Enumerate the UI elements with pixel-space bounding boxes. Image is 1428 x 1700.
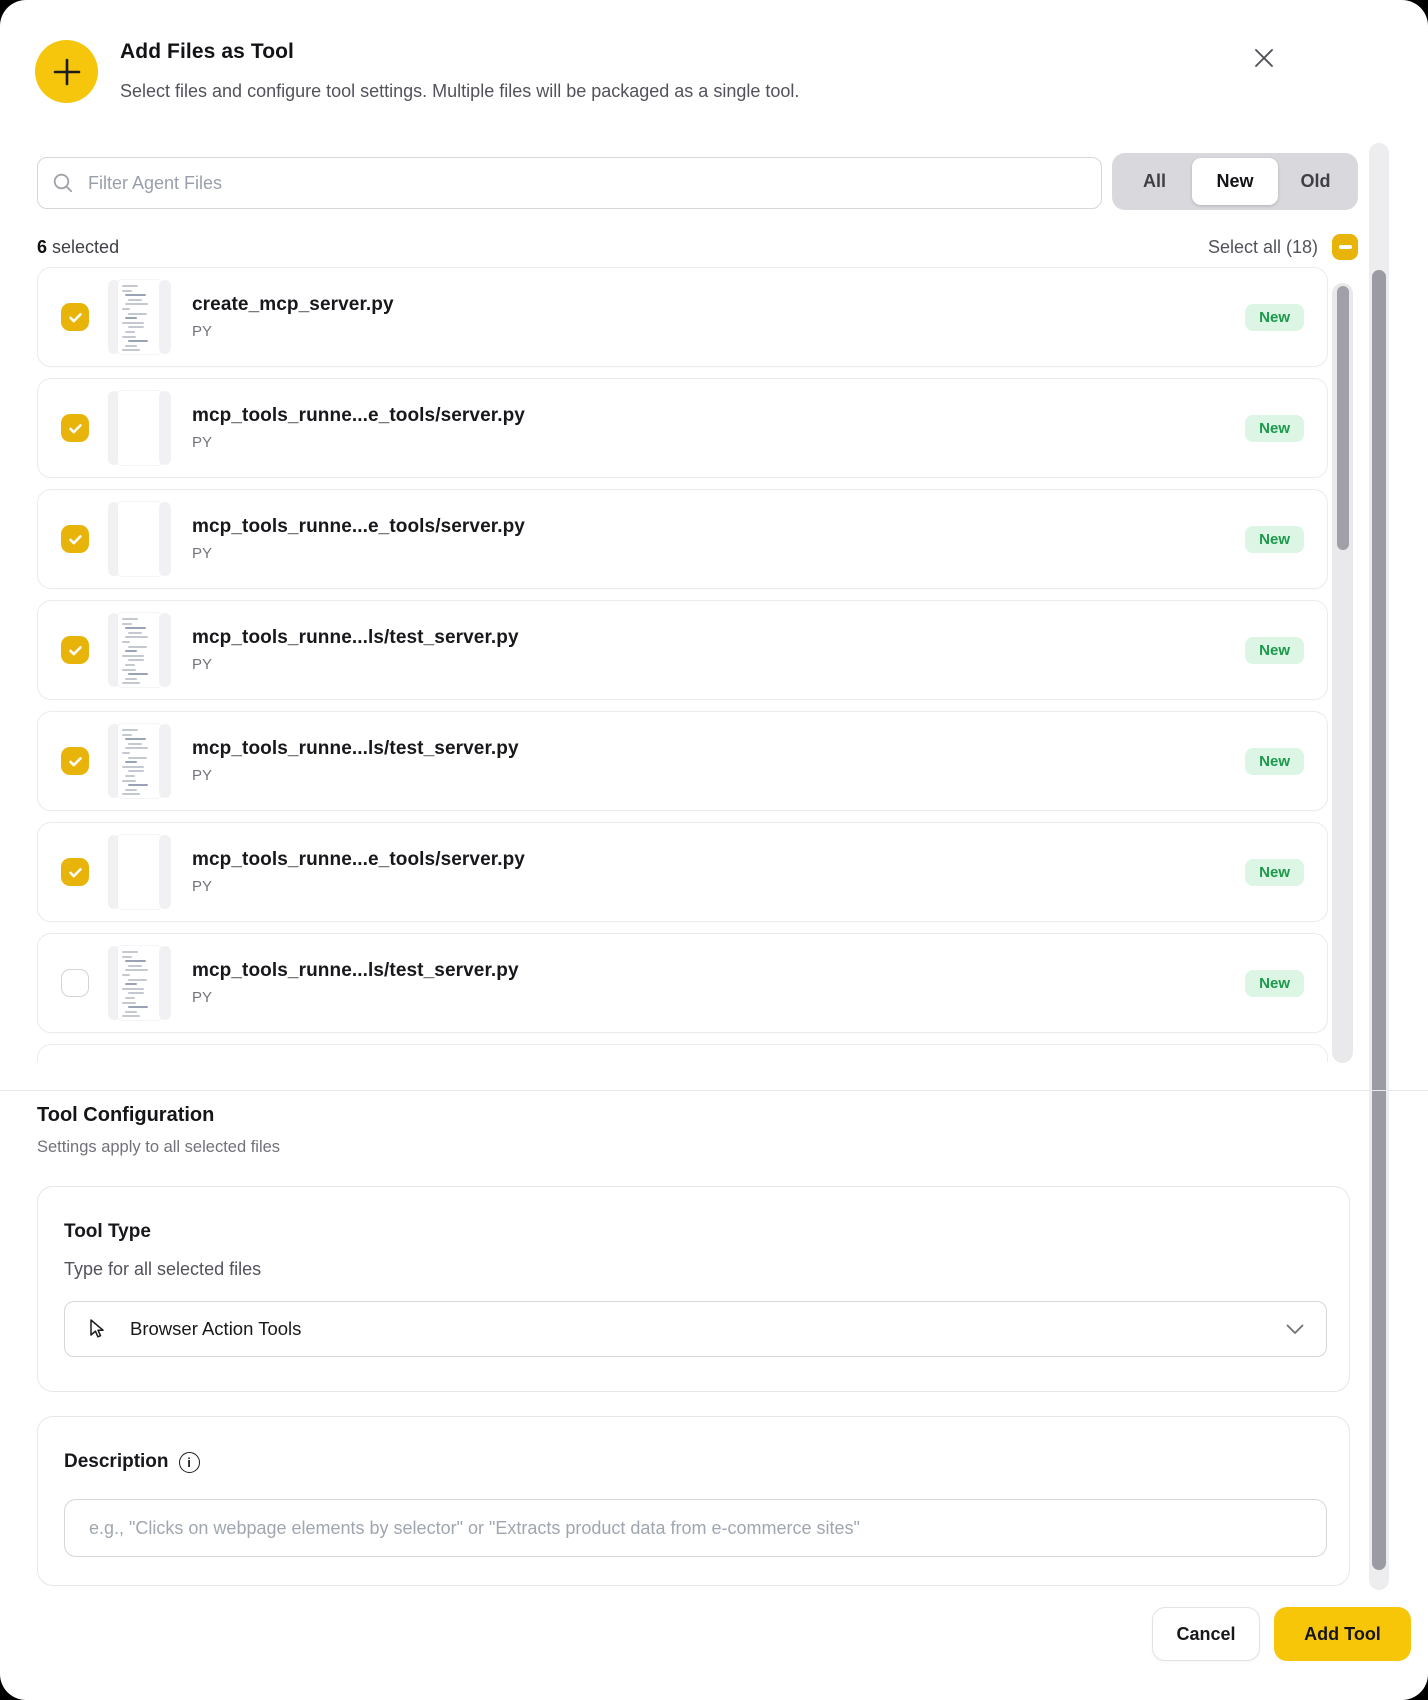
- file-thumbnail: [108, 502, 171, 576]
- cancel-button[interactable]: Cancel: [1152, 1607, 1260, 1661]
- file-checkbox-checked[interactable]: [61, 747, 89, 775]
- file-list: create_mcp_server.py PY New mcp_tools_runne…: [37, 262, 1328, 1062]
- new-badge: New: [1245, 858, 1304, 886]
- chevron-down-icon: [1286, 1324, 1304, 1335]
- page-title: Add Files as Tool: [120, 40, 294, 63]
- screenshot-canvas: Add Files as Tool Select files and confi…: [0, 0, 1428, 1700]
- select-all-label[interactable]: Select all (18): [1120, 237, 1318, 258]
- file-row: mcp_tools_runne...e_tools/server.py PY New: [37, 822, 1328, 922]
- select-all-checkbox[interactable]: [1332, 234, 1358, 260]
- file-type-label: PY: [192, 545, 213, 562]
- file-row-partial: [37, 1044, 1328, 1062]
- close-icon[interactable]: [1248, 42, 1280, 74]
- new-badge: New: [1245, 636, 1304, 664]
- modal-scrollbar-thumb[interactable]: [1372, 270, 1386, 1570]
- file-type-label: PY: [192, 656, 213, 673]
- new-badge: New: [1245, 414, 1304, 442]
- tool-configuration-subheading: Settings apply to all selected files: [37, 1138, 281, 1156]
- file-name: mcp_tools_runne...e_tools/server.py: [192, 849, 525, 870]
- tool-type-value: Browser Action Tools: [130, 1318, 302, 1339]
- selected-count: 6 selected: [37, 237, 119, 258]
- tool-type-card: Tool Type Type for all selected files Br…: [37, 1186, 1350, 1392]
- plus-icon: [35, 40, 98, 103]
- tool-configuration-heading: Tool Configuration: [37, 1104, 215, 1126]
- file-checkbox-checked[interactable]: [61, 525, 89, 553]
- file-type-label: PY: [192, 434, 213, 451]
- file-row: mcp_tools_runne...ls/test_server.py PY New: [37, 600, 1328, 700]
- add-tool-button[interactable]: Add Tool: [1274, 1607, 1411, 1661]
- search-icon: [52, 172, 75, 195]
- tab-old[interactable]: Old: [1278, 158, 1353, 205]
- description-label: Description: [64, 1451, 169, 1472]
- new-badge: New: [1245, 969, 1304, 997]
- new-badge: New: [1245, 747, 1304, 775]
- file-name: mcp_tools_runne...e_tools/server.py: [192, 516, 525, 537]
- file-checkbox-checked[interactable]: [61, 636, 89, 664]
- file-thumbnail: [108, 280, 171, 354]
- section-divider: [0, 1090, 1428, 1091]
- new-badge: New: [1245, 525, 1304, 553]
- file-checkbox-checked[interactable]: [61, 414, 89, 442]
- file-type-label: PY: [192, 323, 213, 340]
- list-scrollbar-thumb[interactable]: [1337, 286, 1349, 550]
- filter-files-searchbar: [37, 157, 1102, 209]
- file-thumbnail: [108, 613, 171, 687]
- info-icon: i: [178, 1451, 200, 1473]
- tool-type-sublabel: Type for all selected files: [64, 1259, 262, 1279]
- tab-all[interactable]: All: [1117, 158, 1192, 205]
- tab-new[interactable]: New: [1191, 158, 1279, 205]
- selected-count-number: 6: [37, 237, 48, 257]
- file-name: mcp_tools_runne...ls/test_server.py: [192, 738, 519, 759]
- file-checkbox-checked[interactable]: [61, 858, 89, 886]
- file-checkbox-checked[interactable]: [61, 303, 89, 331]
- new-badge: New: [1245, 303, 1304, 331]
- file-name: create_mcp_server.py: [192, 294, 394, 315]
- file-row: mcp_tools_runne...ls/test_server.py PY New: [37, 711, 1328, 811]
- file-type-label: PY: [192, 767, 213, 784]
- file-name: mcp_tools_runne...ls/test_server.py: [192, 960, 519, 981]
- tool-type-select[interactable]: Browser Action Tools: [64, 1301, 1327, 1357]
- file-row: mcp_tools_runne...e_tools/server.py PY New: [37, 489, 1328, 589]
- mouse-cursor-icon: [87, 1318, 106, 1340]
- file-row: mcp_tools_runne...e_tools/server.py PY New: [37, 378, 1328, 478]
- file-name: mcp_tools_runne...e_tools/server.py: [192, 405, 525, 426]
- file-type-label: PY: [192, 878, 213, 895]
- add-files-as-tool-modal: Add Files as Tool Select files and confi…: [0, 0, 1428, 1700]
- tool-type-label: Tool Type: [64, 1221, 151, 1242]
- search-input[interactable]: [86, 171, 1087, 195]
- file-thumbnail: [108, 724, 171, 798]
- file-row: mcp_tools_runne...ls/test_server.py PY New: [37, 933, 1328, 1033]
- description-card: Description i: [37, 1416, 1350, 1586]
- file-thumbnail: [108, 835, 171, 909]
- filter-tabs: All New Old: [1112, 153, 1358, 210]
- file-thumbnail: [108, 946, 171, 1020]
- selected-count-label: selected: [52, 237, 120, 257]
- file-checkbox-unchecked[interactable]: [61, 969, 89, 997]
- file-row: create_mcp_server.py PY New: [37, 267, 1328, 367]
- file-thumbnail: [108, 391, 171, 465]
- description-input[interactable]: [64, 1499, 1327, 1557]
- page-subtitle: Select files and configure tool settings…: [120, 81, 800, 101]
- file-type-label: PY: [192, 989, 213, 1006]
- file-name: mcp_tools_runne...ls/test_server.py: [192, 627, 519, 648]
